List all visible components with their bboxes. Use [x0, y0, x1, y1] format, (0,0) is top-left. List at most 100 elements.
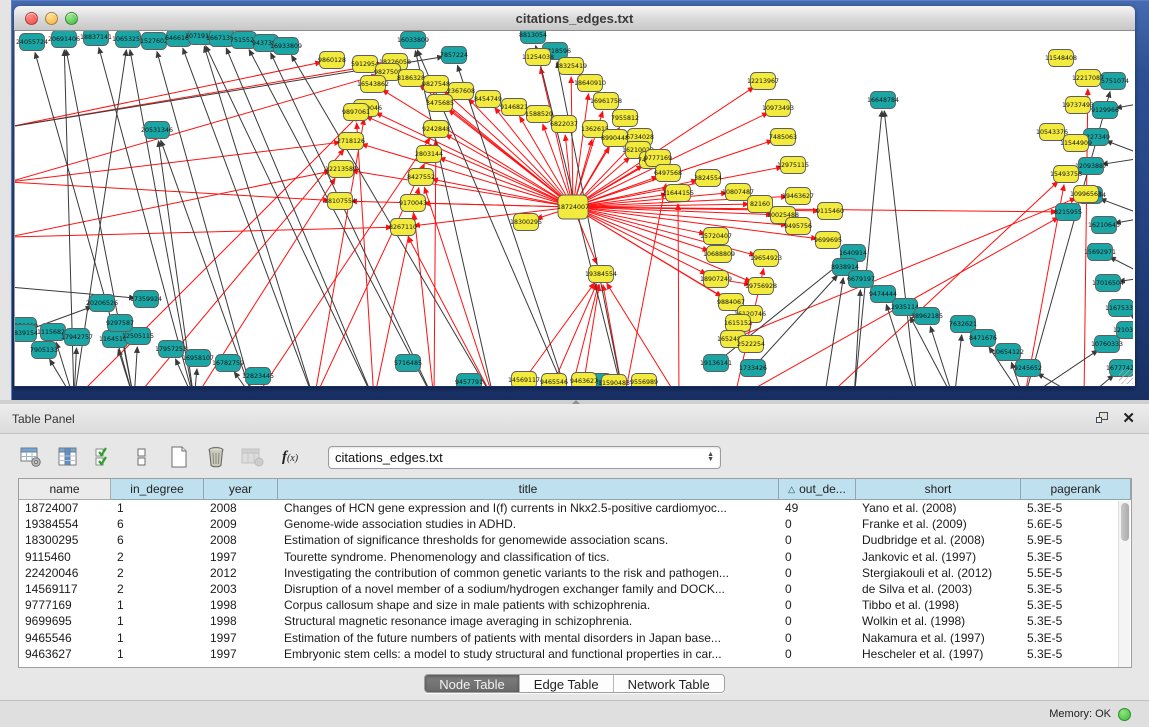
graph-node[interactable]: 10760333: [1091, 336, 1123, 353]
graph-node[interactable]: 9495756: [784, 218, 812, 235]
table-header-row[interactable]: namein_degreeyeartitle△out_de...shortpag…: [19, 479, 1131, 500]
graph-node[interactable]: 9245652: [1014, 360, 1042, 377]
graph-node[interactable]: 19654923: [750, 250, 782, 267]
float-panel-icon[interactable]: [1096, 412, 1110, 425]
show-columns-icon[interactable]: [55, 444, 81, 470]
graph-node[interactable]: 9457791: [455, 374, 483, 387]
graph-edge[interactable]: [439, 158, 573, 207]
graph-node[interactable]: 2718126: [337, 133, 365, 150]
table-body[interactable]: 1872400712008Changes of HCN gene express…: [19, 500, 1131, 662]
graph-node[interactable]: 19756928: [745, 278, 777, 295]
function-builder-icon[interactable]: f(x): [277, 444, 303, 470]
graph-node[interactable]: 18640910: [574, 75, 606, 92]
graph-node[interactable]: 9297587: [106, 315, 134, 332]
table-cell[interactable]: Corpus callosum shape and size in male p…: [278, 597, 779, 613]
graph-edge[interactable]: [249, 50, 434, 386]
graph-node[interactable]: 8215955: [1054, 204, 1082, 221]
table-cell[interactable]: 5.3E-5: [1021, 500, 1131, 516]
table-cell[interactable]: 5.9E-5: [1021, 532, 1131, 548]
table-cell[interactable]: 2008: [204, 532, 278, 548]
table-cell[interactable]: 2: [111, 549, 204, 565]
graph-node[interactable]: 16033809: [397, 32, 429, 49]
graph-edge[interactable]: [15, 142, 340, 182]
table-cell[interactable]: 5.3E-5: [1021, 630, 1131, 646]
graph-node[interactable]: 3475685: [426, 95, 454, 112]
table-cell[interactable]: 14569117: [19, 581, 111, 597]
graph-node[interactable]: 15493758: [1050, 166, 1082, 183]
graph-node[interactable]: 20206526: [86, 295, 118, 312]
graph-edge[interactable]: [603, 285, 624, 386]
graph-node[interactable]: 12213967: [747, 73, 779, 90]
graph-node[interactable]: 18325419: [555, 58, 587, 75]
table-cell[interactable]: 1: [111, 597, 204, 613]
graph-edge[interactable]: [1100, 199, 1133, 217]
graph-edge[interactable]: [607, 283, 679, 386]
minimize-window-button[interactable]: [45, 12, 58, 25]
graph-node[interactable]: 19384554: [585, 266, 617, 283]
table-cell[interactable]: 1997: [204, 549, 278, 565]
table-cell[interactable]: 2: [111, 565, 204, 581]
graph-node[interactable]: 12975115: [777, 157, 809, 174]
table-cell[interactable]: 0: [779, 597, 856, 613]
table-cell[interactable]: 6: [111, 532, 204, 548]
graph-node[interactable]: 19463627: [782, 188, 814, 205]
table-cell[interactable]: Investigating the contribution of common…: [278, 565, 779, 581]
table-row[interactable]: 946554611997Estimation of the future num…: [19, 630, 1131, 646]
table-cell[interactable]: 5.3E-5: [1021, 613, 1131, 629]
table-cell[interactable]: Yano et al. (2008): [856, 500, 1021, 516]
table-type-segmented-control[interactable]: Node TableEdge TableNetwork Table: [424, 674, 725, 693]
graph-node[interactable]: 20691406: [48, 31, 80, 48]
table-cell[interactable]: 2009: [204, 516, 278, 532]
graph-node[interactable]: 9242848: [422, 121, 450, 138]
table-cell[interactable]: 0: [779, 646, 856, 662]
graph-node[interactable]: 8186328: [397, 70, 425, 87]
graph-edge[interactable]: [884, 111, 917, 386]
table-cell[interactable]: Tourette syndrome. Phenomenology and cla…: [278, 549, 779, 565]
close-window-button[interactable]: [25, 12, 38, 25]
graph-node[interactable]: 11675334: [1105, 300, 1133, 317]
graph-node[interactable]: 10543376: [1036, 124, 1068, 141]
graph-node[interactable]: 9129966: [1091, 102, 1119, 119]
table-cell[interactable]: 5.3E-5: [1021, 581, 1131, 597]
graph-node[interactable]: 15692971: [1084, 244, 1116, 261]
graph-node[interactable]: 11544909: [1060, 135, 1092, 152]
table-cell[interactable]: Estimation of the future numbers of pati…: [278, 630, 779, 646]
table-cell[interactable]: Nakamura et al. (1997): [856, 630, 1021, 646]
table-cell[interactable]: 2: [111, 581, 204, 597]
graph-edge[interactable]: [1110, 257, 1133, 277]
graph-node[interactable]: 18962185: [911, 308, 943, 325]
table-cell[interactable]: 5.6E-5: [1021, 516, 1131, 532]
graph-edge[interactable]: [15, 62, 321, 127]
graph-node[interactable]: 17359924: [130, 291, 162, 308]
graph-edge[interactable]: [1106, 141, 1133, 157]
graph-node[interactable]: 8427552: [407, 169, 435, 186]
graph-node[interactable]: 9463627: [570, 373, 598, 387]
graph-edge[interactable]: [414, 207, 573, 226]
graph-edge[interactable]: [15, 75, 377, 182]
graph-node[interactable]: 8990448: [601, 130, 629, 147]
table-cell[interactable]: 0: [779, 565, 856, 581]
table-cell[interactable]: 2003: [204, 581, 278, 597]
graph-node[interactable]: 8454749: [474, 91, 502, 108]
graph-edge[interactable]: [15, 171, 330, 237]
graph-node[interactable]: 1733426: [739, 360, 767, 377]
graph-edge[interactable]: [1084, 375, 1114, 386]
graph-node[interactable]: 9699695: [814, 232, 842, 249]
graph-node[interactable]: 2522254: [737, 336, 765, 353]
graph-node[interactable]: 82160: [748, 196, 773, 213]
table-selector-dropdown[interactable]: citations_edges.txt ▲▼: [328, 446, 721, 469]
table-row[interactable]: 2242004622012Investigating the contribut…: [19, 565, 1131, 581]
table-cell[interactable]: 1: [111, 630, 204, 646]
resize-grip-icon[interactable]: [1119, 370, 1133, 384]
table-cell[interactable]: 0: [779, 532, 856, 548]
table-cell[interactable]: de Silva et al. (2003): [856, 581, 1021, 597]
column-header-title[interactable]: title: [278, 479, 779, 500]
zoom-window-button[interactable]: [65, 12, 78, 25]
table-cell[interactable]: 5.3E-5: [1021, 549, 1131, 565]
graph-edge[interactable]: [678, 204, 679, 386]
table-settings-icon[interactable]: [18, 444, 44, 470]
graph-node[interactable]: 16543862: [357, 76, 389, 93]
graph-node[interactable]: 7955812: [611, 110, 639, 127]
table-cell[interactable]: Disruption of a novel member of a sodium…: [278, 581, 779, 597]
delete-table-icon[interactable]: [203, 444, 229, 470]
